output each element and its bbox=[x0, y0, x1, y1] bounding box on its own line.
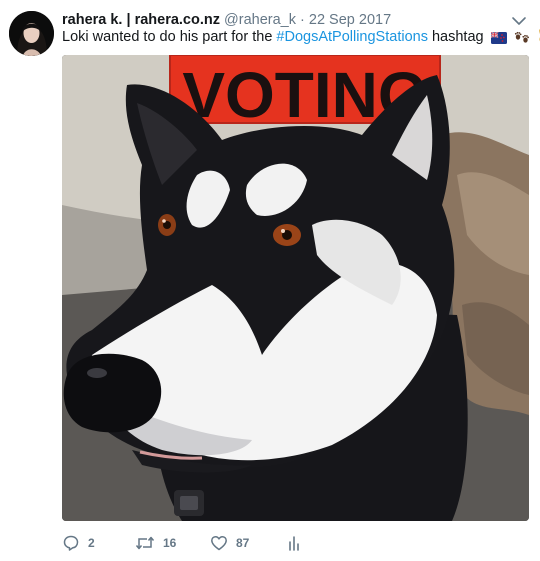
retweet-count: 16 bbox=[163, 536, 177, 550]
tweet-header: rahera k. | rahera.co.nz @rahera_k · 22 … bbox=[62, 11, 391, 29]
like-count: 87 bbox=[236, 536, 250, 550]
separator: · bbox=[300, 12, 305, 28]
reply-icon bbox=[63, 535, 79, 551]
analytics-icon bbox=[289, 536, 299, 551]
paw-prints-icon bbox=[514, 29, 530, 49]
reply-count: 2 bbox=[88, 536, 95, 550]
analytics-button[interactable] bbox=[287, 532, 301, 554]
tweet-date[interactable]: 22 Sep 2017 bbox=[309, 12, 391, 28]
tweet-actions: 2 16 87 bbox=[62, 532, 362, 554]
avatar[interactable] bbox=[9, 11, 54, 56]
tweet-text: Loki wanted to do his part for the #Dogs… bbox=[62, 28, 540, 49]
author-handle[interactable]: @rahera_k bbox=[224, 12, 296, 28]
heart-icon bbox=[211, 535, 227, 551]
retweet-button[interactable]: 16 bbox=[135, 532, 176, 554]
reply-button[interactable]: 2 bbox=[62, 532, 95, 554]
author-name[interactable]: rahera k. | rahera.co.nz bbox=[62, 12, 220, 28]
retweet-icon bbox=[135, 536, 155, 550]
tweet-media-photo[interactable]: VOTING bbox=[62, 55, 529, 521]
like-button[interactable]: 87 bbox=[210, 532, 249, 554]
hashtag-link[interactable]: #DogsAtPollingStations bbox=[276, 29, 428, 45]
tweet-text-prefix: Loki wanted to do his part for the bbox=[62, 29, 277, 45]
tweet-text-suffix: hashtag bbox=[427, 29, 484, 45]
tweet[interactable]: rahera k. | rahera.co.nz @rahera_k · 22 … bbox=[0, 0, 540, 561]
new-zealand-flag-icon bbox=[490, 31, 507, 49]
